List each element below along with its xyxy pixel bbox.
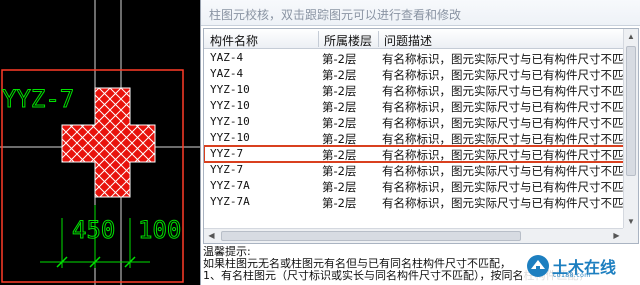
cell-floor: 第-2层 <box>322 116 357 130</box>
table-row[interactable]: YAZ-4 第-2层 有名称标识，图元实际尺寸与已有构件尺寸不匹配 <box>204 66 626 82</box>
cell-floor: 第-2层 <box>322 148 357 162</box>
cell-description: 有名称标识，图元实际尺寸与已有构件尺寸不匹配 <box>382 164 626 178</box>
column-check-panel: 柱图元校核，双击跟踪图元可以进行查看和修改 构件名称 所属楼层 问题描述 YAZ… <box>200 0 640 285</box>
cell-name: YYZ-7 <box>210 147 244 160</box>
cell-name: YYZ-10 <box>210 99 250 112</box>
table-row-selected[interactable]: YYZ-7 第-2层 有名称标识，图元实际尺寸与已有构件尺寸不匹配 <box>204 145 626 163</box>
cell-floor: 第-2层 <box>322 100 357 114</box>
cell-description: 有名称标识，图元实际尺寸与已有构件尺寸不匹配 <box>382 180 626 194</box>
panel-hint-text: 柱图元校核，双击跟踪图元可以进行查看和修改 <box>209 8 462 22</box>
cell-description: 有名称标识，图元实际尺寸与已有构件尺寸不匹配 <box>382 100 626 114</box>
scroll-up-icon[interactable]: ▲ <box>624 29 638 44</box>
cad-drawing: YYZ-7 450 100 <box>0 0 200 285</box>
cell-floor: 第-2层 <box>322 84 357 98</box>
cell-description: 有名称标识，图元实际尺寸与已有构件尺寸不匹配 <box>382 132 626 146</box>
cell-name: YYZ-10 <box>210 131 250 144</box>
vertical-scroll-thumb[interactable] <box>626 46 636 176</box>
table-row[interactable]: YAZ-4 第-2层 有名称标识，图元实际尺寸与已有构件尺寸不匹配 <box>204 50 626 66</box>
column-label: YYZ-7 <box>2 85 74 113</box>
cell-name: YYZ-7A <box>210 179 250 192</box>
col-header-floor[interactable]: 所属楼层 <box>324 32 372 49</box>
watermark-domain: co188.com <box>553 272 591 279</box>
panel-hint-bar: 柱图元校核，双击跟踪图元可以进行查看和修改 <box>201 0 640 26</box>
cell-description: 有名称标识，图元实际尺寸与已有构件尺寸不匹配 <box>382 196 626 210</box>
cell-description: 有名称标识，图元实际尺寸与已有构件尺寸不匹配 <box>382 116 626 130</box>
scroll-right-icon[interactable]: ▶ <box>609 229 624 243</box>
cell-description: 有名称标识，图元实际尺寸与已有构件尺寸不匹配 <box>382 84 626 98</box>
cell-floor: 第-2层 <box>322 180 357 194</box>
watermark: 土木在线 co188.com <box>522 251 634 281</box>
table-row[interactable]: YYZ-10 第-2层 有名称标识，图元实际尺寸与已有构件尺寸不匹配 <box>204 82 626 98</box>
col-header-issue[interactable]: 问题描述 <box>384 32 432 49</box>
table-row[interactable]: YYZ-7 第-2层 有名称标识，图元实际尺寸与已有构件尺寸不匹配 <box>204 162 626 178</box>
cell-floor: 第-2层 <box>322 132 357 146</box>
scroll-left-icon[interactable]: ◀ <box>204 229 219 243</box>
scroll-down-icon[interactable]: ▼ <box>624 214 638 229</box>
dim-text-450: 450 <box>72 216 115 244</box>
col-divider[interactable] <box>378 31 379 47</box>
col-header-name[interactable]: 构件名称 <box>210 32 258 49</box>
cell-name: YAZ-4 <box>210 51 244 64</box>
cell-name: YAZ-4 <box>210 67 244 80</box>
table-row[interactable]: YYZ-10 第-2层 有名称标识，图元实际尺寸与已有构件尺寸不匹配 <box>204 114 626 130</box>
cell-description: 有名称标识，图元实际尺寸与已有构件尺寸不匹配 <box>382 68 626 82</box>
scrollbar-corner <box>623 228 638 243</box>
cell-name: YYZ-7 <box>210 163 244 176</box>
horizontal-scroll-thumb[interactable] <box>221 231 521 241</box>
table-row[interactable]: YYZ-10 第-2层 有名称标识，图元实际尺寸与已有构件尺寸不匹配 <box>204 98 626 114</box>
cell-description: 有名称标识，图元实际尺寸与已有构件尺寸不匹配 <box>382 52 626 66</box>
cell-floor: 第-2层 <box>322 164 357 178</box>
column-section <box>61 87 156 198</box>
table-row[interactable]: YYZ-7A 第-2层 有名称标识，图元实际尺寸与已有构件尺寸不匹配 <box>204 194 626 210</box>
dim-text-100: 100 <box>138 216 181 244</box>
table-row[interactable]: YYZ-10 第-2层 有名称标识，图元实际尺寸与已有构件尺寸不匹配 <box>204 130 626 146</box>
table-body: YAZ-4 第-2层 有名称标识，图元实际尺寸与已有构件尺寸不匹配 YAZ-4 第-2层… <box>204 50 626 210</box>
cell-name: YYZ-10 <box>210 115 250 128</box>
cell-floor: 第-2层 <box>322 68 357 82</box>
table-header: 构件名称 所属楼层 问题描述 <box>204 29 624 49</box>
vertical-scrollbar[interactable]: ▲ ▼ <box>623 29 638 229</box>
watermark-logo-icon <box>527 255 549 277</box>
col-divider[interactable] <box>318 31 319 47</box>
cell-description: 有名称标识，图元实际尺寸与已有构件尺寸不匹配 <box>382 148 626 162</box>
cell-floor: 第-2层 <box>322 52 357 66</box>
horizontal-scrollbar[interactable]: ◀ ▶ <box>204 228 624 243</box>
cell-name: YYZ-7A <box>210 195 250 208</box>
cell-floor: 第-2层 <box>322 196 357 210</box>
cad-canvas[interactable]: YYZ-7 450 100 <box>0 0 200 285</box>
table-row[interactable]: YYZ-7A 第-2层 有名称标识，图元实际尺寸与已有构件尺寸不匹配 <box>204 178 626 194</box>
result-table: 构件名称 所属楼层 问题描述 YAZ-4 第-2层 有名称标识，图元实际尺寸与已有构… <box>203 28 639 244</box>
cell-name: YYZ-10 <box>210 83 250 96</box>
